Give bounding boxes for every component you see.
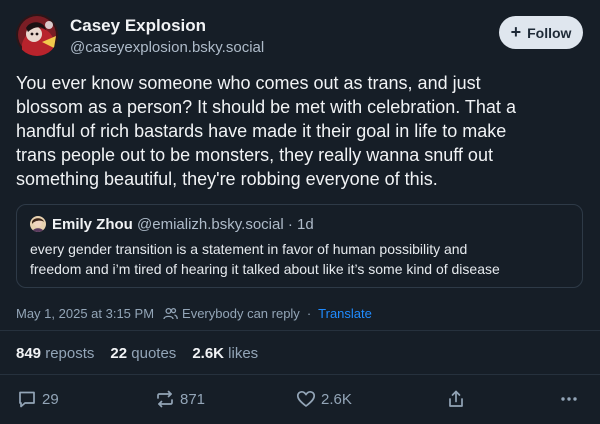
post-meta: May 1, 2025 at 3:15 PM Everybody can rep…	[16, 306, 372, 321]
more-options-button[interactable]	[559, 386, 579, 412]
post-timestamp: May 1, 2025 at 3:15 PM	[16, 306, 155, 321]
quote-header: Emily Zhou @emializh.bsky.social · 1d	[52, 216, 314, 233]
quote-time: 1d	[297, 216, 314, 233]
translate-link[interactable]: Translate	[318, 306, 372, 321]
quotes-stat[interactable]: 22 quotes	[110, 345, 176, 362]
divider	[0, 374, 600, 375]
quotes-label: quotes	[131, 345, 177, 362]
post-stats: 849 reposts 22 quotes 2.6K likes	[16, 345, 258, 362]
author-handle[interactable]: @caseyexplosion.bsky.social	[70, 39, 264, 56]
reply-button[interactable]: 29	[17, 386, 59, 412]
post-text: You ever know someone who comes out as t…	[16, 73, 516, 189]
repost-count: 871	[180, 390, 206, 408]
likes-count: 2.6K	[192, 345, 224, 362]
quote-author-avatar[interactable]	[30, 216, 46, 232]
like-count: 2.6K	[321, 390, 352, 408]
share-button[interactable]	[446, 386, 466, 412]
plus-icon: +	[510, 22, 522, 42]
reply-count: 29	[42, 390, 59, 408]
divider	[0, 330, 600, 331]
repost-arrows-icon	[155, 389, 175, 409]
likes-stat[interactable]: 2.6K likes	[192, 345, 258, 362]
author-name[interactable]: Casey Explosion	[70, 16, 206, 36]
quote-text: every gender transition is a statement i…	[30, 241, 500, 277]
like-button[interactable]: 2.6K	[296, 386, 352, 412]
meta-separator: ·	[306, 306, 312, 321]
heart-icon	[296, 389, 316, 409]
author-avatar[interactable]	[16, 14, 58, 56]
speech-bubble-icon	[17, 389, 37, 409]
follow-label: Follow	[527, 24, 572, 41]
action-bar: 29 871 2.6K	[0, 386, 600, 412]
reposts-count: 849	[16, 345, 42, 362]
quotes-count: 22	[110, 345, 128, 362]
quote-author-handle[interactable]: @emializh.bsky.social	[137, 216, 284, 233]
repost-button[interactable]: 871	[155, 386, 205, 412]
people-icon	[163, 307, 178, 320]
likes-label: likes	[228, 345, 259, 362]
reply-audience[interactable]: Everybody can reply	[182, 306, 300, 321]
share-up-icon	[446, 389, 466, 409]
ellipsis-icon	[559, 389, 579, 409]
quote-separator: ·	[287, 216, 293, 233]
quoted-post[interactable]: Emily Zhou @emializh.bsky.social · 1d ev…	[16, 204, 583, 288]
reposts-label: reposts	[45, 345, 95, 362]
reposts-stat[interactable]: 849 reposts	[16, 345, 94, 362]
post-view: Casey Explosion @caseyexplosion.bsky.soc…	[0, 0, 600, 424]
follow-button[interactable]: + Follow	[499, 16, 583, 49]
quote-author-name[interactable]: Emily Zhou	[52, 216, 133, 233]
